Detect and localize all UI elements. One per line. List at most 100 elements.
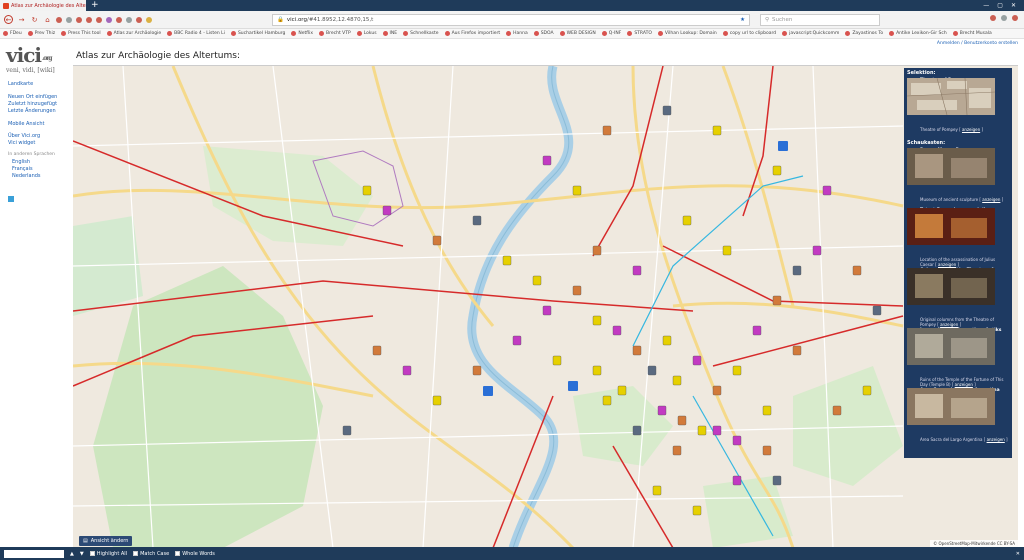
map-marker-icon[interactable]: [402, 365, 412, 376]
map-marker-icon[interactable]: [592, 365, 602, 376]
map-marker-icon[interactable]: [862, 385, 872, 396]
map-marker-icon[interactable]: [752, 325, 762, 336]
map-marker-icon[interactable]: [772, 295, 782, 306]
bookmark-item[interactable]: WEB DESIGN: [559, 31, 596, 36]
showcase-image[interactable]: [907, 388, 995, 425]
new-tab-button[interactable]: +: [91, 0, 99, 11]
map-marker-icon[interactable]: [592, 315, 602, 326]
highlight-all-toggle[interactable]: Highlight All: [89, 551, 127, 557]
map-marker-icon[interactable]: [372, 345, 382, 356]
url-bar[interactable]: 🔒 vici.org/#41.8952,12.4870,15,t ★: [272, 14, 750, 26]
bookmark-item[interactable]: FDeu: [3, 31, 22, 36]
map-marker-icon[interactable]: [712, 425, 722, 436]
showcase-item[interactable]: Area Sacra del Largo ArgentinaArea Sacra…: [907, 388, 1009, 448]
bookmark-item[interactable]: Netflix: [291, 31, 313, 36]
link-mobile[interactable]: Mobile Ansicht: [8, 121, 44, 127]
bookmark-item[interactable]: STRATO: [627, 31, 652, 36]
bookmark-item[interactable]: copy url to clipboard: [722, 31, 776, 36]
link-neuen-ort[interactable]: Neuen Ort einfügen: [8, 94, 57, 100]
extension-icon[interactable]: [116, 16, 122, 23]
bookmark-item[interactable]: Prev Thiz: [27, 31, 55, 36]
bookmark-item[interactable]: Antike Lexikon-Gir Sch: [889, 31, 947, 36]
showcase-image[interactable]: [907, 208, 995, 245]
map-marker-icon[interactable]: [632, 345, 642, 356]
back-button[interactable]: ←: [4, 15, 13, 24]
bookmark-item[interactable]: Brecht Musala: [952, 31, 992, 36]
showcase-image[interactable]: [907, 268, 995, 305]
bookmark-star-icon[interactable]: ★: [740, 17, 745, 23]
map-marker-icon[interactable]: [342, 425, 352, 436]
showcase-link[interactable]: anzeigen: [940, 322, 958, 327]
bookmark-item[interactable]: javascript:Quickcomm: [782, 31, 839, 36]
bookmark-item[interactable]: Press This tool: [61, 31, 101, 36]
map-marker-icon[interactable]: [647, 365, 657, 376]
extension-icon[interactable]: [106, 16, 112, 23]
link-lang-fr[interactable]: Français: [12, 166, 33, 172]
selection-image[interactable]: [907, 78, 995, 115]
bookmark-item[interactable]: SDOA: [533, 31, 554, 36]
map-marker-icon[interactable]: [657, 405, 667, 416]
selection-item[interactable]: Theatre of Pompey Theatre of Pompey [ an…: [907, 78, 1009, 138]
close-window-icon[interactable]: ✕: [1011, 2, 1016, 9]
map-marker-icon[interactable]: [772, 165, 782, 176]
map-marker-icon[interactable]: [432, 395, 442, 406]
home-button[interactable]: ⌂: [43, 15, 52, 24]
showcase-link[interactable]: anzeigen: [955, 382, 973, 387]
map-marker-icon[interactable]: [872, 305, 882, 316]
bookmark-item[interactable]: BBC Radio 4 - Listen Li: [167, 31, 225, 36]
map-marker-icon[interactable]: [592, 245, 602, 256]
bookmark-item[interactable]: Lokus: [356, 31, 377, 36]
map-marker-icon[interactable]: [812, 245, 822, 256]
map-marker-icon[interactable]: [672, 375, 682, 386]
map-marker-icon[interactable]: [432, 235, 442, 246]
map-marker-icon[interactable]: [852, 265, 862, 276]
download-icon[interactable]: [990, 15, 996, 21]
link-lang-nl[interactable]: Nederlands: [12, 173, 41, 179]
map-marker-icon[interactable]: [472, 365, 482, 376]
find-next-button[interactable]: ▼: [80, 551, 84, 557]
map-marker-icon[interactable]: [822, 185, 832, 196]
tab-active[interactable]: Atlas zur Archäologie des Alte ✕: [0, 0, 86, 11]
extension-icon[interactable]: [86, 16, 92, 23]
map-marker-icon[interactable]: [502, 255, 512, 266]
extension-icon[interactable]: [146, 16, 152, 23]
extension-icon[interactable]: [56, 16, 62, 23]
link-widget[interactable]: Vici widget: [8, 140, 35, 146]
reload-button[interactable]: ↻: [30, 15, 39, 24]
bookmark-item[interactable]: INE: [382, 31, 397, 36]
change-view-button[interactable]: ▤ Ansicht ändern: [79, 536, 133, 546]
map-marker-icon[interactable]: [732, 365, 742, 376]
map-marker-icon[interactable]: [542, 155, 552, 166]
map-marker-icon[interactable]: [682, 215, 692, 226]
map-marker-icon[interactable]: [762, 405, 772, 416]
map-marker-icon[interactable]: [532, 275, 542, 286]
showcase-image[interactable]: [907, 328, 995, 365]
bookmark-item[interactable]: Schnellkaste: [403, 31, 439, 36]
map-marker-icon[interactable]: [722, 245, 732, 256]
map-marker-icon[interactable]: [672, 445, 682, 456]
match-case-toggle[interactable]: Match Case: [133, 551, 169, 557]
find-input[interactable]: [4, 549, 64, 558]
map-marker-icon[interactable]: [792, 345, 802, 356]
showcase-item[interactable]: Largo di Torre Argentina, Antiks tortuna…: [907, 328, 1009, 388]
map-marker-icon[interactable]: [552, 355, 562, 366]
showcase-link[interactable]: anzeigen: [938, 262, 956, 267]
menu-icon[interactable]: [1012, 15, 1018, 21]
map-marker-icon[interactable]: [697, 425, 707, 436]
map-marker-icon[interactable]: [612, 325, 622, 336]
showcase-link[interactable]: anzeigen: [987, 437, 1005, 442]
map-marker-icon[interactable]: [382, 205, 392, 216]
map-marker-icon[interactable]: [572, 185, 582, 196]
link-letzte[interactable]: Letzte Änderungen: [8, 108, 56, 114]
map-view[interactable]: + − ▤ Ansicht ändern Selektion: Theatre …: [73, 65, 1018, 547]
showcase-link[interactable]: anzeigen: [982, 197, 1000, 202]
extension-icon[interactable]: [126, 16, 132, 23]
map-marker-icon[interactable]: [677, 415, 687, 426]
link-ueber[interactable]: Über Vici.org: [8, 133, 40, 139]
close-find-icon[interactable]: ✕: [1016, 551, 1020, 557]
map-marker-icon[interactable]: [762, 445, 772, 456]
battle-marker-icon[interactable]: [568, 381, 578, 391]
map-marker-icon[interactable]: [692, 505, 702, 516]
map-marker-icon[interactable]: [792, 265, 802, 276]
map-marker-icon[interactable]: [732, 435, 742, 446]
